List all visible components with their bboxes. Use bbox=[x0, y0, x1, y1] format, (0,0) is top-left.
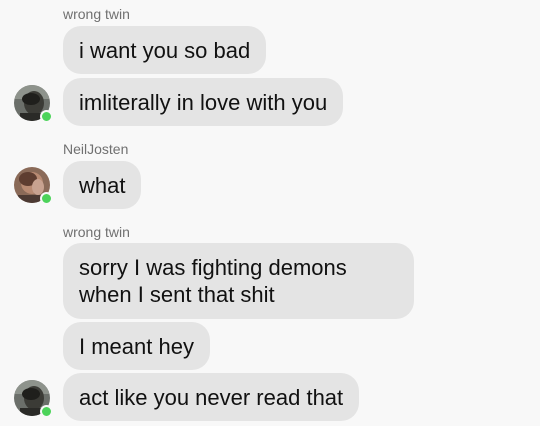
online-status-dot bbox=[40, 192, 53, 205]
online-status-dot bbox=[40, 110, 53, 123]
sender-name: wrong twin bbox=[63, 224, 130, 240]
wrong-twin-avatar[interactable] bbox=[14, 380, 53, 418]
message-bubble[interactable]: I meant hey bbox=[63, 322, 210, 370]
message-bubble[interactable]: what bbox=[63, 161, 142, 209]
wrong-twin-avatar[interactable] bbox=[14, 85, 53, 123]
chat-thread: wrong twin i want you so bad imliterally… bbox=[0, 0, 540, 426]
online-status-dot bbox=[40, 405, 53, 418]
sender-name: wrong twin bbox=[63, 6, 130, 22]
message-bubble[interactable]: act like you never read that bbox=[63, 373, 360, 421]
message-bubble[interactable]: imliterally in love with you bbox=[63, 78, 344, 126]
neil-avatar[interactable] bbox=[14, 167, 53, 205]
sender-name: NeilJosten bbox=[63, 141, 129, 157]
message-bubble[interactable]: i want you so bad bbox=[63, 26, 267, 74]
message-bubble[interactable]: sorry I was fighting demons when I sent … bbox=[63, 243, 414, 319]
